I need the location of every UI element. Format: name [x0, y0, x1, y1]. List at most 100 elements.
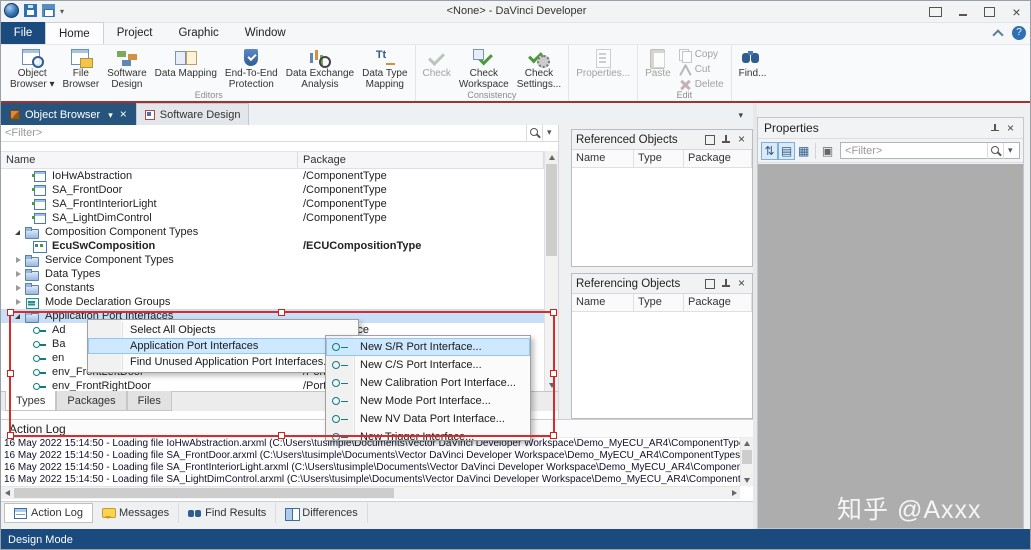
- tree-expander-icon[interactable]: [12, 184, 32, 197]
- collapse-ribbon-icon[interactable]: [992, 27, 1004, 39]
- column-header[interactable]: Package: [684, 294, 752, 311]
- tree-expander-icon[interactable]: [12, 310, 25, 323]
- tree-expander-icon[interactable]: [12, 212, 32, 225]
- tree-expander-icon[interactable]: [12, 254, 25, 267]
- ribbon-button[interactable]: Properties...: [572, 47, 634, 91]
- pin-panel-icon[interactable]: [719, 277, 732, 290]
- tree-scrollbar[interactable]: [544, 151, 558, 391]
- column-header[interactable]: Type: [634, 294, 684, 311]
- context-menu-item[interactable]: Select All Objects: [88, 322, 358, 338]
- ribbon-small-button[interactable]: Copy: [675, 47, 728, 63]
- tree-row[interactable]: Mode Declaration Groups: [1, 295, 544, 309]
- sort-alphabetical-icon[interactable]: [761, 141, 779, 160]
- scrollbar-thumb[interactable]: [14, 488, 394, 498]
- column-header[interactable]: Name: [572, 294, 634, 311]
- tree-expander-icon[interactable]: [12, 380, 32, 392]
- ribbon-small-button[interactable]: Cut: [675, 62, 728, 77]
- filter-input[interactable]: [1, 125, 526, 141]
- float-panel-icon[interactable]: [703, 277, 716, 290]
- log-horizontal-scrollbar[interactable]: [1, 486, 740, 499]
- pin-panel-icon[interactable]: [719, 133, 732, 146]
- referencing-objects-list[interactable]: [572, 312, 752, 418]
- document-tab[interactable]: Software Design: [135, 103, 250, 125]
- close-panel-icon[interactable]: [735, 132, 748, 146]
- close-panel-icon[interactable]: [735, 276, 748, 290]
- scrollbar-thumb[interactable]: [546, 164, 557, 256]
- save-workspace-icon[interactable]: [42, 4, 55, 17]
- filter-dropdown-icon[interactable]: [542, 125, 558, 141]
- browser-view-tab[interactable]: Types: [5, 391, 57, 411]
- submenu-item[interactable]: New Calibration Port Interface...: [326, 374, 530, 392]
- tree-expander-icon[interactable]: [12, 170, 32, 183]
- display-icon[interactable]: [922, 1, 949, 22]
- tree-row[interactable]: EcuSwComposition /ECUCompositionType: [1, 239, 544, 253]
- log-vertical-scrollbar[interactable]: [740, 438, 753, 486]
- tree-row[interactable]: Composition Component Types: [1, 225, 544, 239]
- column-header[interactable]: Package: [684, 150, 752, 167]
- context-menu-item[interactable]: Application Port Interfaces: [88, 338, 359, 354]
- submenu-item[interactable]: New S/R Port Interface...: [326, 338, 530, 356]
- referenced-objects-list[interactable]: [572, 168, 752, 266]
- ribbon-button[interactable]: Data Type Mapping: [358, 47, 411, 91]
- tree-row[interactable]: Constants: [1, 281, 544, 295]
- tree-row[interactable]: SA_FrontDoor /ComponentType: [1, 183, 544, 197]
- output-tab[interactable]: Action Log: [4, 503, 93, 523]
- tree-row[interactable]: Service Component Types: [1, 253, 544, 267]
- scroll-down-icon[interactable]: [545, 379, 558, 391]
- minimize-button[interactable]: [949, 1, 976, 22]
- close-panel-icon[interactable]: [1004, 121, 1017, 135]
- file-menu-button[interactable]: File: [1, 22, 45, 44]
- column-header[interactable]: Package: [298, 152, 544, 168]
- ribbon-button[interactable]: File Browser: [58, 47, 103, 91]
- submenu-item[interactable]: New Trigger Interface...: [326, 428, 530, 440]
- tree-expander-icon[interactable]: [12, 324, 32, 337]
- scroll-down-icon[interactable]: [741, 475, 753, 486]
- document-tab[interactable]: Object Browser: [1, 103, 136, 125]
- tree-expander-icon[interactable]: [12, 366, 32, 379]
- output-tab[interactable]: Find Results: [179, 503, 277, 523]
- scrollbar-thumb[interactable]: [742, 450, 752, 464]
- context-menu-item[interactable]: Find Unused Application Port Interfaces.…: [88, 354, 358, 370]
- tree-expander-icon[interactable]: [12, 338, 32, 351]
- tree-expander-icon[interactable]: [12, 296, 25, 309]
- app-logo-icon[interactable]: [4, 3, 19, 18]
- ribbon-tab[interactable]: Graphic: [165, 22, 231, 44]
- search-icon[interactable]: [987, 142, 1003, 159]
- grid-view-icon[interactable]: [795, 142, 812, 160]
- find-button[interactable]: Find...: [735, 47, 771, 91]
- maximize-button[interactable]: [976, 1, 1003, 22]
- submenu-item[interactable]: New C/S Port Interface...: [326, 356, 530, 374]
- ribbon-button[interactable]: Check Workspace: [455, 47, 513, 91]
- ribbon-button[interactable]: Check: [419, 47, 455, 91]
- browser-view-tab[interactable]: Files: [126, 391, 172, 411]
- scroll-up-icon[interactable]: [741, 438, 753, 449]
- column-header[interactable]: Type: [634, 150, 684, 167]
- ribbon-tab[interactable]: Home: [45, 22, 104, 44]
- ribbon-tab[interactable]: Window: [232, 22, 299, 44]
- tree-expander-icon[interactable]: [12, 198, 32, 211]
- column-header[interactable]: Name: [572, 150, 634, 167]
- scroll-right-icon[interactable]: [728, 487, 740, 499]
- paste-button[interactable]: Paste: [641, 47, 675, 91]
- submenu-item[interactable]: New Mode Port Interface...: [326, 392, 530, 410]
- help-icon[interactable]: [1012, 26, 1026, 40]
- ribbon-button[interactable]: Data Exchange Analysis: [282, 47, 358, 91]
- tree-row[interactable]: IoHwAbstraction /ComponentType: [1, 169, 544, 183]
- quick-access-caret-icon[interactable]: [60, 5, 64, 17]
- ribbon-button[interactable]: Check Settings...: [513, 47, 565, 91]
- categorized-view-icon[interactable]: [778, 141, 796, 160]
- tree-expander-icon[interactable]: [12, 268, 25, 281]
- filter-dropdown-icon[interactable]: [1003, 142, 1019, 159]
- properties-filter-input[interactable]: [841, 143, 988, 158]
- ribbon-tab[interactable]: Project: [104, 22, 166, 44]
- property-pages-icon[interactable]: [819, 142, 836, 160]
- ribbon-button[interactable]: End-To-End Protection: [221, 47, 282, 91]
- column-header[interactable]: Name: [1, 152, 298, 168]
- tab-list-caret-icon[interactable]: [738, 109, 743, 121]
- tab-dropdown-icon[interactable]: [108, 109, 113, 121]
- tree-row[interactable]: SA_FrontInteriorLight /ComponentType: [1, 197, 544, 211]
- submenu-item[interactable]: New NV Data Port Interface...: [326, 410, 530, 428]
- ribbon-button[interactable]: Data Mapping: [151, 47, 221, 91]
- browser-view-tab[interactable]: Packages: [56, 391, 127, 411]
- tree-expander-icon[interactable]: [12, 282, 25, 295]
